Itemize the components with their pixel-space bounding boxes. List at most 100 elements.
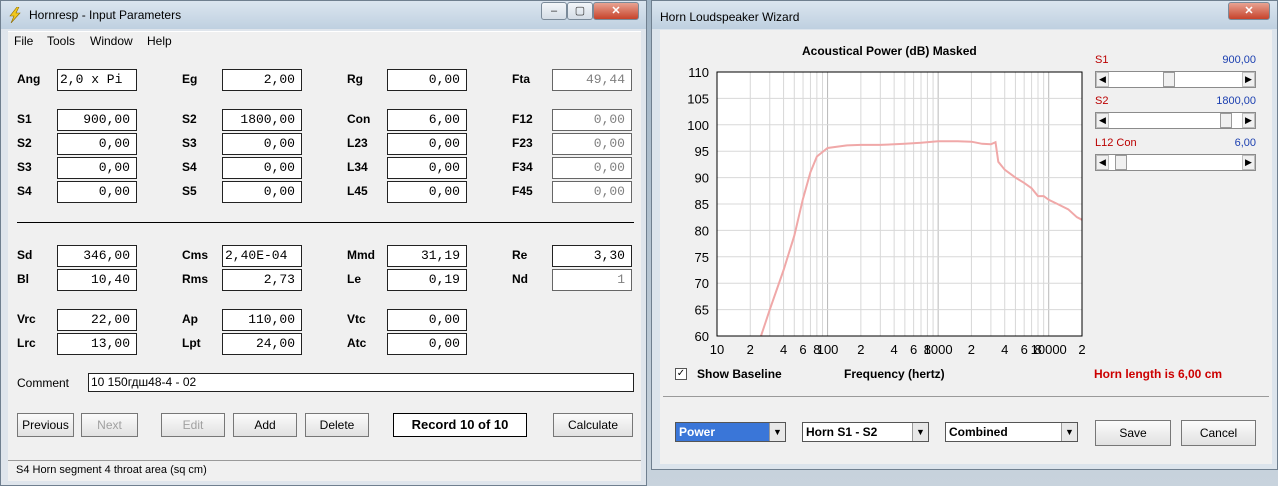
param-field-cms[interactable]: 2,40E-04 (222, 245, 302, 267)
chevron-down-icon[interactable]: ▼ (769, 423, 785, 441)
param-field-vrc[interactable]: 22,00 (57, 309, 137, 331)
y-tick-label: 110 (688, 65, 709, 80)
chevron-down-icon[interactable]: ▼ (1061, 423, 1077, 441)
slider-track[interactable]: ◀ ▶ (1095, 71, 1256, 88)
param-field-nd[interactable]: 1 (552, 269, 632, 291)
x-tick-label: 4 (1001, 342, 1008, 357)
y-tick-label: 85 (695, 197, 709, 212)
slider-track[interactable]: ◀ ▶ (1095, 112, 1256, 129)
minimize-button[interactable]: – (541, 2, 567, 20)
combined-combo[interactable]: Combined ▼ (945, 422, 1078, 442)
scroll-left-icon[interactable]: ◀ (1096, 155, 1109, 170)
slider-thumb[interactable] (1115, 155, 1128, 170)
slider-label: L12 Con (1095, 137, 1137, 149)
wizard-close-button[interactable]: ✕ (1228, 2, 1270, 20)
scroll-left-icon[interactable]: ◀ (1096, 113, 1109, 128)
param-label: Nd (512, 272, 528, 286)
x-axis-label: Frequency (hertz) (844, 367, 945, 381)
param-label: Atc (347, 336, 367, 350)
wizard-title-bar[interactable]: Horn Loudspeaker Wizard ✕ (652, 1, 1277, 29)
chevron-down-icon[interactable]: ▼ (912, 423, 928, 441)
comment-label: Comment (17, 376, 70, 390)
close-button[interactable]: ✕ (593, 2, 639, 20)
param-field-mmd[interactable]: 31,19 (387, 245, 467, 267)
param-field-l34[interactable]: 0,00 (387, 157, 467, 179)
param-label: Lrc (17, 336, 36, 350)
menu-tools[interactable]: Tools (47, 34, 75, 48)
param-label: Cms (182, 248, 209, 262)
param-field-s4[interactable]: 0,00 (222, 157, 302, 179)
x-tick-label: 6 (1021, 342, 1028, 357)
param-field-s2[interactable]: 0,00 (57, 133, 137, 155)
horn-segment-combo-value: Horn S1 - S2 (806, 425, 878, 439)
param-field-f34[interactable]: 0,00 (552, 157, 632, 179)
param-field-atc[interactable]: 0,00 (387, 333, 467, 355)
menu-window[interactable]: Window (90, 34, 133, 48)
record-indicator: Record 10 of 10 (393, 413, 527, 437)
param-field-rms[interactable]: 2,73 (222, 269, 302, 291)
param-field-rg[interactable]: 0,00 (387, 69, 467, 91)
param-field-fta[interactable]: 49,44 (552, 69, 632, 91)
title-bar[interactable]: Hornresp - Input Parameters – ▢ ✕ (1, 1, 646, 29)
slider-track[interactable]: ◀ ▶ (1095, 154, 1256, 171)
y-tick-label: 95 (695, 144, 709, 159)
maximize-button[interactable]: ▢ (567, 2, 593, 20)
delete-button[interactable]: Delete (305, 413, 369, 437)
x-tick-label: 4 (891, 342, 898, 357)
param-field-s3[interactable]: 0,00 (57, 157, 137, 179)
comment-field[interactable]: 10 150гдш48-4 - 02 (88, 373, 634, 392)
param-label: F45 (512, 184, 533, 198)
scroll-right-icon[interactable]: ▶ (1242, 155, 1255, 170)
scroll-right-icon[interactable]: ▶ (1242, 113, 1255, 128)
param-field-lpt[interactable]: 24,00 (222, 333, 302, 355)
show-baseline-label[interactable]: Show Baseline (697, 367, 782, 381)
param-field-s5[interactable]: 0,00 (222, 181, 302, 203)
menu-file[interactable]: File (14, 34, 33, 48)
param-field-s1[interactable]: 900,00 (57, 109, 137, 131)
scroll-left-icon[interactable]: ◀ (1096, 72, 1109, 87)
param-field-s3[interactable]: 0,00 (222, 133, 302, 155)
param-label: Mmd (347, 248, 375, 262)
param-label: Vrc (17, 312, 36, 326)
param-field-f45[interactable]: 0,00 (552, 181, 632, 203)
slider-thumb[interactable] (1220, 113, 1233, 128)
param-field-s2[interactable]: 1800,00 (222, 109, 302, 131)
param-field-re[interactable]: 3,30 (552, 245, 632, 267)
param-field-vtc[interactable]: 0,00 (387, 309, 467, 331)
y-tick-label: 80 (695, 223, 709, 238)
param-field-con[interactable]: 6,00 (387, 109, 467, 131)
param-field-bl[interactable]: 10,40 (57, 269, 137, 291)
param-field-lrc[interactable]: 13,00 (57, 333, 137, 355)
param-field-f12[interactable]: 0,00 (552, 109, 632, 131)
slider-thumb[interactable] (1163, 72, 1176, 87)
param-field-s4[interactable]: 0,00 (57, 181, 137, 203)
param-field-f23[interactable]: 0,00 (552, 133, 632, 155)
param-label: Vtc (347, 312, 366, 326)
add-button[interactable]: Add (233, 413, 297, 437)
horn-segment-combo[interactable]: Horn S1 - S2 ▼ (802, 422, 929, 442)
scroll-right-icon[interactable]: ▶ (1242, 72, 1255, 87)
param-field-ang[interactable]: 2,0 x Pi (57, 69, 137, 91)
cancel-button[interactable]: Cancel (1181, 420, 1256, 446)
param-field-le[interactable]: 0,19 (387, 269, 467, 291)
param-label: F34 (512, 160, 533, 174)
save-button[interactable]: Save (1095, 420, 1171, 446)
param-label: L23 (347, 136, 368, 150)
param-label: Ang (17, 72, 41, 86)
param-label: Ap (182, 312, 198, 326)
x-tick-label: 2 (1078, 342, 1085, 357)
menu-help[interactable]: Help (147, 34, 172, 48)
param-field-eg[interactable]: 2,00 (222, 69, 302, 91)
calculate-button[interactable]: Calculate (553, 413, 633, 437)
next-button[interactable]: Next (81, 413, 138, 437)
param-field-l23[interactable]: 0,00 (387, 133, 467, 155)
power-combo[interactable]: Power ▼ (675, 422, 786, 442)
edit-button[interactable]: Edit (161, 413, 225, 437)
param-field-sd[interactable]: 346,00 (57, 245, 137, 267)
show-baseline-checkbox[interactable]: ✓ (675, 368, 687, 380)
previous-button[interactable]: Previous (17, 413, 74, 437)
x-tick-label: 6 (799, 342, 806, 357)
x-tick-label: 6 (910, 342, 917, 357)
param-field-l45[interactable]: 0,00 (387, 181, 467, 203)
param-field-ap[interactable]: 110,00 (222, 309, 302, 331)
